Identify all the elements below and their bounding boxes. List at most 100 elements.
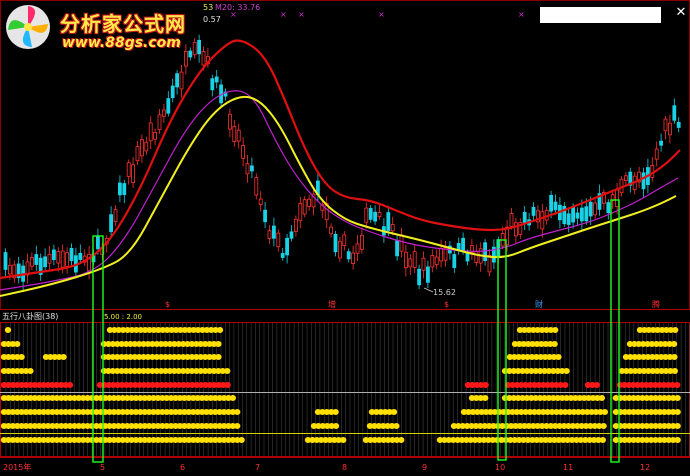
candle-body: [676, 121, 681, 128]
candle-body: [113, 209, 118, 223]
candle-body: [425, 266, 430, 283]
candle-body: [254, 177, 259, 196]
candle-body: [267, 230, 272, 239]
candle-body: [329, 226, 334, 235]
candle-body: [201, 51, 206, 66]
candle-body: [659, 140, 663, 146]
candle-body: [183, 51, 188, 67]
candle-body: [227, 113, 232, 130]
indicator-dot: [229, 395, 236, 401]
candle-body: [430, 255, 435, 268]
candle-body: [179, 71, 184, 90]
candle-body: [531, 206, 536, 216]
candle-body: [29, 257, 34, 267]
candle-body: [540, 211, 545, 230]
indicator-title: 五行八卦图(38): [2, 311, 58, 321]
candle-body: [65, 252, 69, 267]
indicator-dot: [216, 327, 224, 333]
candle-body: [588, 201, 593, 217]
candle-body: [135, 146, 140, 162]
ma-magenta-line: [0, 90, 679, 291]
candle-body: [663, 118, 668, 132]
candle-body: [412, 251, 417, 268]
candle-body: [346, 251, 351, 260]
indicator-dot: [390, 409, 398, 415]
indicator-dot: [552, 327, 559, 333]
candle-body: [157, 114, 162, 131]
candle-body: [109, 214, 113, 232]
indicator-dot: [670, 341, 678, 347]
indicator-dot: [18, 354, 25, 360]
indicator-dot: [27, 368, 34, 374]
indicator-dot: [398, 437, 405, 443]
candle-body: [566, 213, 571, 225]
candle-body: [434, 256, 439, 265]
indicator-dot: [60, 354, 67, 360]
indicator-dot: [224, 368, 231, 374]
candle-body: [514, 222, 518, 237]
indicator-dot: [4, 327, 12, 333]
candle-body: [280, 253, 285, 258]
top-marker-icon: ×: [378, 10, 385, 19]
candle-body: [549, 194, 553, 212]
indicator-dot: [234, 423, 241, 429]
candle-body: [60, 250, 65, 268]
indicator-dot: [551, 341, 558, 347]
indicator-dot: [671, 354, 678, 360]
signal-label-4: 财: [535, 299, 543, 309]
candle-body: [43, 256, 47, 268]
candle-body: [78, 252, 83, 260]
indicator-dot: [482, 382, 489, 388]
candle-body: [483, 242, 488, 262]
candle-body: [3, 252, 8, 270]
site-logo: 分析家公式网 www.88gs.com: [2, 2, 207, 52]
indicator-dot: [215, 341, 222, 347]
candle-body: [293, 218, 298, 232]
candle-body: [144, 141, 149, 152]
signal-label-5: 腾: [652, 299, 660, 309]
indicator-dot: [598, 395, 605, 401]
candle-body: [170, 85, 175, 98]
indicator-dot: [599, 437, 606, 443]
top-marker-icon: ×: [298, 10, 305, 19]
candle-body: [148, 122, 153, 142]
candle-body: [175, 73, 180, 88]
candle-body: [271, 225, 276, 239]
chart-canvas[interactable]: ×××××× 53 M20: 33.76 0.57 15.62 $ 增 $ 财 …: [0, 0, 690, 476]
candle-body: [408, 258, 413, 268]
candle-body: [245, 163, 250, 175]
candle-body: [139, 139, 144, 157]
signal-label-1: $: [165, 300, 170, 309]
candle-body: [285, 237, 290, 256]
candle-body: [368, 208, 373, 220]
close-icon[interactable]: ✕: [674, 6, 688, 20]
candle-body: [399, 234, 404, 252]
logo-url: www.88gs.com: [62, 35, 181, 51]
indicator-dot: [66, 382, 74, 388]
time-label-7: 7: [255, 463, 260, 472]
candle-body: [307, 198, 312, 207]
candle-body: [258, 198, 263, 205]
candle-body: [276, 232, 281, 248]
candle-body: [166, 98, 171, 114]
candle-body: [364, 207, 369, 223]
candle-body: [571, 206, 575, 223]
candle-body: [474, 251, 479, 263]
time-label-10: 10: [495, 463, 505, 472]
candle-body: [56, 251, 61, 264]
candle-body: [606, 202, 611, 214]
indicator-dot: [562, 382, 569, 388]
candle-body: [161, 109, 166, 117]
candle-body: [672, 105, 677, 121]
candle-body: [615, 189, 619, 207]
candle-body: [210, 78, 215, 91]
logo-title: 分析家公式网: [60, 12, 186, 36]
time-label-8: 8: [342, 463, 347, 472]
candle-body: [593, 202, 597, 216]
candle-body: [96, 235, 100, 250]
indicator-values: 5.00 : 2.00: [104, 313, 142, 321]
candle-body: [214, 76, 219, 83]
candle-body: [236, 129, 241, 142]
candle-body: [122, 183, 127, 195]
time-label-11: 11: [563, 463, 573, 472]
